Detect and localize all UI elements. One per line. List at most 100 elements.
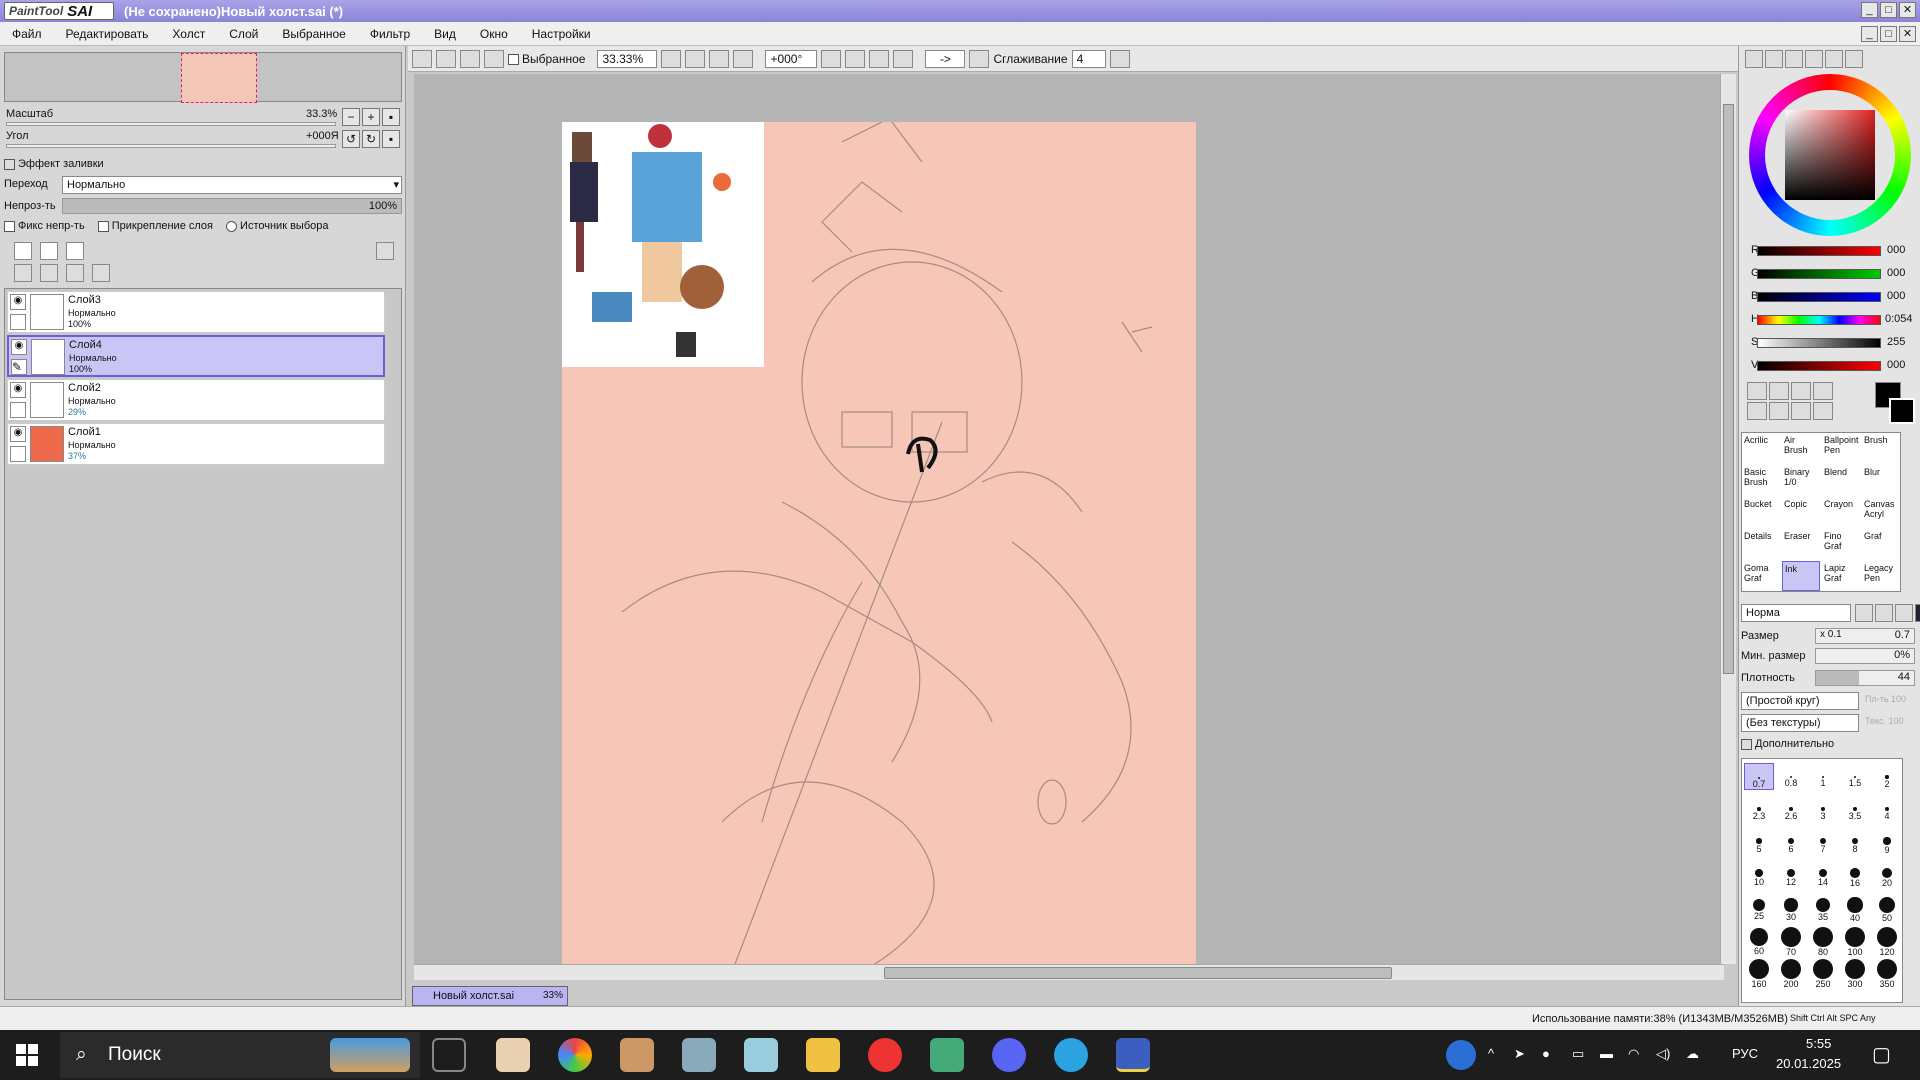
clipping-checkbox[interactable]: Прикрепление слоя: [97, 220, 213, 232]
doc-restore-button[interactable]: □: [1880, 26, 1897, 42]
brush-size-preset[interactable]: 10: [1744, 859, 1774, 887]
brush-preset[interactable]: Canvas Acryl: [1862, 497, 1900, 527]
brush-size-preset[interactable]: 30: [1776, 891, 1806, 922]
brush-size-preset[interactable]: 25: [1744, 891, 1774, 921]
selection-visible-checkbox[interactable]: Выбранное: [508, 52, 585, 66]
brush-size-preset[interactable]: 1.5: [1840, 763, 1870, 788]
navigator-viewport[interactable]: [181, 53, 257, 103]
brush-size-preset[interactable]: 100: [1840, 923, 1870, 957]
layer-mask-button[interactable]: [376, 242, 394, 260]
app-icon-5[interactable]: [744, 1038, 778, 1072]
windows-start-icon[interactable]: [16, 1044, 38, 1066]
brush-size-preset[interactable]: 20: [1872, 859, 1902, 888]
zoom-fit-button[interactable]: [733, 49, 754, 68]
brush-preset[interactable]: Crayon: [1822, 497, 1860, 527]
battery-icon[interactable]: ▬: [1600, 1046, 1613, 1061]
brush-icon[interactable]: ✎: [11, 359, 27, 375]
smoothing-field[interactable]: 4: [1071, 49, 1106, 68]
hsv-slider-tab[interactable]: [1785, 50, 1803, 68]
discord-icon[interactable]: [992, 1038, 1026, 1072]
task-view-icon[interactable]: [432, 1038, 466, 1072]
angle-slider[interactable]: [6, 144, 336, 148]
brush-size-preset[interactable]: 0.8: [1776, 763, 1806, 788]
size-slider[interactable]: x 0.1 0.7: [1815, 628, 1915, 644]
zoom-in-button[interactable]: +: [362, 108, 380, 126]
notification-icon[interactable]: ▢: [1872, 1042, 1891, 1067]
language-indicator[interactable]: РУС: [1732, 1046, 1758, 1061]
lock-toggle[interactable]: [10, 402, 26, 418]
wifi-icon[interactable]: ◠: [1628, 1046, 1639, 1062]
flip-button[interactable]: ->: [925, 49, 966, 68]
help-icon[interactable]: [1446, 1040, 1476, 1070]
file-explorer-icon[interactable]: [806, 1038, 840, 1072]
brush-size-preset[interactable]: 6: [1776, 827, 1806, 854]
canvas-viewport[interactable]: [414, 74, 1724, 964]
painttool-sai-icon[interactable]: [930, 1038, 964, 1072]
brush-shape-select[interactable]: (Простой круг): [1741, 692, 1859, 710]
brush-preset[interactable]: Copic: [1782, 497, 1820, 527]
rotate-right-button[interactable]: [869, 49, 890, 68]
chevron-up-icon[interactable]: ^: [1488, 1046, 1494, 1061]
color-wheel-tab[interactable]: [1745, 50, 1763, 68]
rotate-right-button[interactable]: ↻: [362, 130, 380, 148]
invert-selection-button[interactable]: [484, 49, 504, 68]
horizontal-scrollbar[interactable]: [414, 964, 1724, 980]
brush-preset[interactable]: Blend: [1822, 465, 1860, 495]
brush-preset[interactable]: Graf: [1862, 529, 1900, 559]
layer-item[interactable]: ◉ Слой1 Нормально 37%: [7, 423, 385, 465]
brush-size-preset[interactable]: 40: [1840, 891, 1870, 923]
brush-size-preset[interactable]: 12: [1776, 859, 1806, 887]
layer-item[interactable]: ◉ Слой3 Нормально 100%: [7, 291, 385, 333]
volume-icon[interactable]: ◁): [1656, 1046, 1670, 1062]
active-app-icon[interactable]: [1116, 1038, 1150, 1072]
lasso-tool-icon[interactable]: [1769, 382, 1789, 400]
hand-tool-icon[interactable]: [1813, 402, 1833, 420]
s-slider[interactable]: [1757, 338, 1881, 348]
menu-item[interactable]: Редактировать: [54, 27, 161, 41]
brush-size-preset[interactable]: 2.6: [1776, 795, 1806, 821]
doc-minimize-button[interactable]: _: [1861, 26, 1878, 42]
new-layer-button[interactable]: [14, 242, 32, 260]
layer-item[interactable]: ◉ Слой2 Нормально 29%: [7, 379, 385, 421]
menu-item[interactable]: Файл: [0, 27, 54, 41]
canvas-paper[interactable]: [562, 122, 1196, 964]
b-slider[interactable]: [1757, 292, 1881, 302]
angle-dropdown[interactable]: [821, 49, 842, 68]
rotate-reset-button[interactable]: [893, 49, 914, 68]
magic-wand-icon[interactable]: [1791, 382, 1811, 400]
undo-button[interactable]: [412, 49, 432, 68]
advanced-toggle[interactable]: Дополнительно: [1741, 738, 1834, 750]
navigator-preview[interactable]: [4, 52, 402, 103]
eye-icon[interactable]: ◉: [10, 382, 26, 398]
brush-size-preset[interactable]: 70: [1776, 923, 1806, 957]
brush-preset[interactable]: Acrilic: [1742, 433, 1780, 463]
eye-icon[interactable]: ◉: [11, 339, 27, 355]
brush-size-preset[interactable]: 250: [1808, 955, 1838, 989]
brush-size-preset[interactable]: 2: [1872, 763, 1902, 789]
zoom-dropdown[interactable]: [661, 49, 682, 68]
app-icon-4[interactable]: [682, 1038, 716, 1072]
move-tool-icon[interactable]: [1747, 402, 1767, 420]
zoom-field[interactable]: 33.33%: [597, 49, 658, 68]
rgb-slider-tab[interactable]: [1765, 50, 1783, 68]
zoom-out-button[interactable]: −: [342, 108, 360, 126]
selection-source-radio[interactable]: Источник выбора: [226, 220, 328, 232]
telegram-icon[interactable]: [1054, 1038, 1088, 1072]
eye-icon[interactable]: ◉: [10, 294, 26, 310]
brush-size-preset[interactable]: 8: [1840, 827, 1870, 854]
brush-size-preset[interactable]: 5: [1744, 827, 1774, 854]
new-linework-layer-button[interactable]: [40, 242, 58, 260]
zoom-reset-button[interactable]: ▪: [382, 108, 400, 126]
brush-preset[interactable]: Air Brush: [1782, 433, 1820, 463]
brush-size-preset[interactable]: 160: [1744, 955, 1774, 989]
brush-preset[interactable]: Basic Brush: [1742, 465, 1780, 495]
menu-item[interactable]: Выбранное: [270, 27, 357, 41]
delete-layer-icon[interactable]: [92, 264, 110, 282]
telegram-tray-icon[interactable]: ➤: [1514, 1046, 1525, 1062]
brush-size-preset[interactable]: 7: [1808, 827, 1838, 854]
g-slider[interactable]: [1757, 269, 1881, 279]
lock-toggle[interactable]: [10, 314, 26, 330]
brush-shape-medium[interactable]: [1875, 604, 1893, 622]
brush-size-preset[interactable]: 350: [1872, 955, 1902, 989]
brush-size-preset[interactable]: 3: [1808, 795, 1838, 821]
